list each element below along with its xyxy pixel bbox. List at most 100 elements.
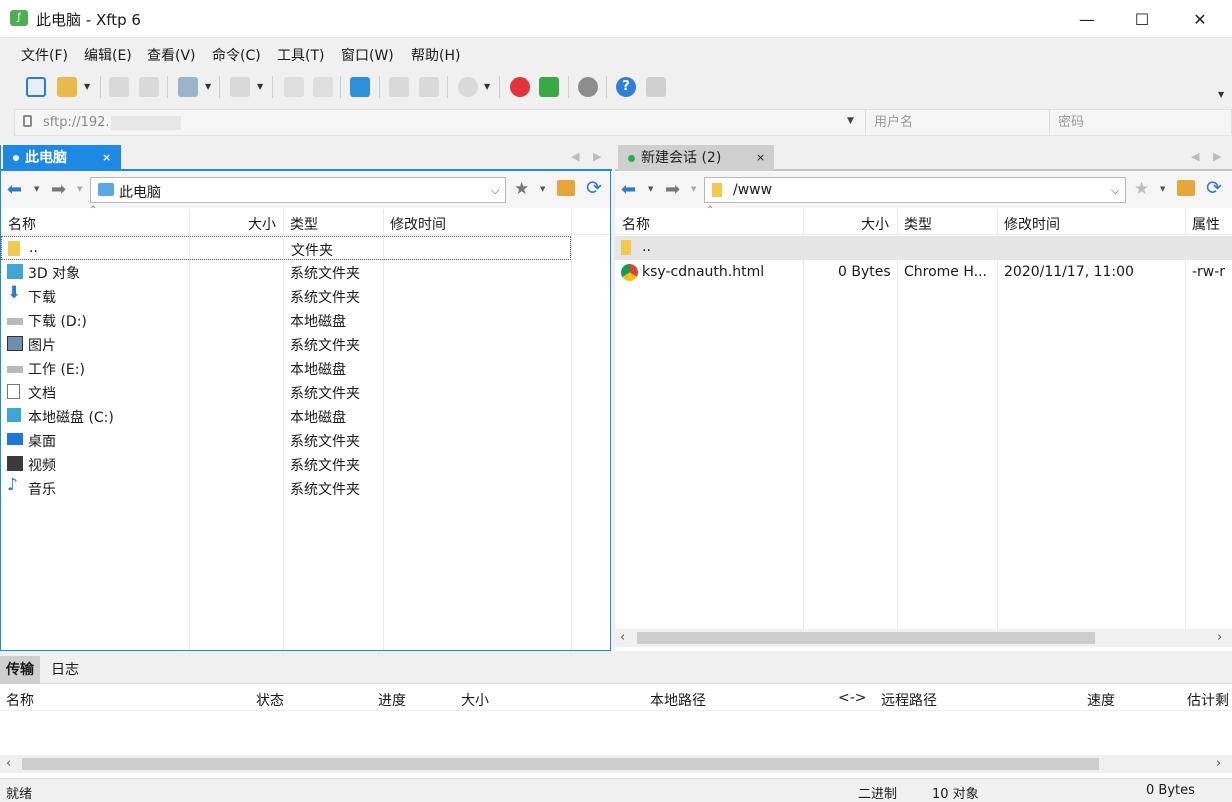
tab-transfers[interactable]: 传输 (0, 656, 40, 684)
copy-icon[interactable] (389, 77, 409, 97)
menu-command[interactable]: 命令(C) (212, 45, 261, 65)
connect-icon[interactable] (109, 77, 129, 97)
path-dropdown-icon[interactable]: ⌵ (491, 184, 499, 198)
menu-view[interactable]: 查看(V) (147, 45, 196, 65)
back-dropdown-icon[interactable]: ▼ (34, 185, 39, 193)
bookmark-dropdown-icon[interactable]: ▼ (1160, 185, 1165, 193)
col-local-path[interactable]: 本地路径 (650, 690, 706, 710)
back-arrow-icon[interactable]: ⬅ (7, 179, 22, 200)
close-button[interactable]: ✕ (1171, 0, 1229, 38)
host-input[interactable]: sftp://192. (43, 115, 110, 130)
session-settings-icon[interactable] (178, 77, 198, 97)
new-session-icon[interactable] (26, 77, 46, 97)
list-item[interactable]: .. (615, 236, 1232, 260)
col-direction[interactable]: <-> (838, 690, 867, 706)
col-size[interactable]: 大小 (248, 214, 276, 234)
help-icon[interactable]: ? (616, 77, 636, 97)
remote-hscrollbar[interactable]: ‹ › (615, 629, 1232, 647)
scroll-left-icon[interactable]: ‹ (6, 756, 11, 771)
globe-icon[interactable] (458, 77, 478, 97)
forward-dropdown-icon[interactable]: ▼ (77, 185, 82, 193)
scroll-thumb[interactable] (637, 632, 1095, 644)
refresh-icon[interactable]: ⟳ (1206, 177, 1222, 199)
list-item[interactable]: .. 文件夹 (1, 236, 571, 260)
col-name[interactable]: 名称 (622, 214, 650, 234)
open-folder-icon[interactable] (57, 77, 77, 97)
col-progress[interactable]: 进度 (378, 690, 406, 710)
disconnect-icon[interactable] (139, 77, 159, 97)
col-modified[interactable]: 修改时间 (390, 214, 446, 234)
xftp-icon[interactable] (539, 77, 559, 97)
list-item[interactable]: 下载 (D:) 本地磁盘 (1, 308, 571, 332)
menu-file[interactable]: 文件(F) (21, 45, 68, 65)
paste-icon[interactable] (419, 77, 439, 97)
menu-tools[interactable]: 工具(T) (277, 45, 324, 65)
col-attributes[interactable]: 属性 (1192, 214, 1220, 234)
local-path-input[interactable]: 此电脑 ⌵ (90, 177, 506, 203)
host-dropdown-icon[interactable]: ▼ (847, 116, 854, 126)
back-dropdown-icon[interactable]: ▼ (648, 185, 653, 193)
scroll-right-icon[interactable]: › (1217, 630, 1222, 645)
list-item[interactable]: 工作 (E:) 本地磁盘 (1, 356, 571, 380)
list-item[interactable]: 桌面 系统文件夹 (1, 428, 571, 452)
col-size[interactable]: 大小 (861, 214, 889, 234)
path-dropdown-icon[interactable]: ⌵ (1111, 184, 1119, 198)
tab-scroll-left-icon[interactable]: ◀ (1191, 150, 1199, 163)
transfer-arrows-icon[interactable] (350, 77, 370, 97)
back-arrow-icon[interactable]: ⬅ (621, 179, 636, 200)
open-dropdown-icon[interactable]: ▼ (84, 82, 90, 91)
scroll-thumb[interactable] (22, 758, 1099, 770)
col-status[interactable]: 状态 (256, 690, 284, 710)
tab-scroll-right-icon[interactable]: ▶ (1213, 150, 1221, 163)
bookmark-star-icon[interactable]: ★ (1134, 179, 1149, 199)
tab-scroll-left-icon[interactable]: ◀ (571, 150, 579, 163)
globe-dropdown-icon[interactable]: ▼ (484, 82, 490, 91)
refresh-icon[interactable]: ⟳ (586, 177, 602, 199)
username-input[interactable]: 用户名 (865, 110, 1049, 135)
status-transfer-mode[interactable]: 二进制 (858, 783, 897, 802)
tab-close-icon[interactable]: × (756, 145, 765, 171)
settings-dropdown-icon[interactable]: ▼ (205, 82, 211, 91)
col-type[interactable]: 类型 (904, 214, 932, 234)
tab-log[interactable]: 日志 (45, 656, 85, 684)
list-item[interactable]: 3D 对象 系统文件夹 (1, 260, 571, 284)
list-item[interactable]: 文档 系统文件夹 (1, 380, 571, 404)
terminal-icon[interactable] (230, 77, 250, 97)
col-remote-path[interactable]: 远程路径 (881, 690, 937, 710)
col-size[interactable]: 大小 (461, 690, 489, 710)
list-item[interactable]: 本地磁盘 (C:) 本地磁盘 (1, 404, 571, 428)
toolbar-overflow-icon[interactable]: ▼ (1218, 90, 1224, 99)
gear-icon[interactable] (578, 77, 598, 97)
col-modified[interactable]: 修改时间 (1004, 214, 1060, 234)
chat-icon[interactable] (646, 77, 666, 97)
tab-scroll-right-icon[interactable]: ▶ (593, 150, 601, 163)
minimize-button[interactable]: — (1058, 0, 1116, 38)
password-input[interactable]: 密码 (1049, 110, 1232, 135)
tab-remote-session[interactable]: 新建会话 (2) × (618, 145, 774, 171)
tab-close-icon[interactable]: × (102, 145, 111, 171)
col-name[interactable]: 名称 (8, 214, 36, 234)
maximize-button[interactable]: ☐ (1113, 0, 1171, 38)
forward-dropdown-icon[interactable]: ▼ (691, 185, 696, 193)
bookmark-dropdown-icon[interactable]: ▼ (540, 185, 545, 193)
list-item[interactable]: ksy-cdnauth.html 0 Bytes Chrome H... 202… (615, 261, 1232, 285)
scroll-right-icon[interactable]: › (1216, 756, 1221, 771)
tab-local[interactable]: 此电脑 × (3, 145, 121, 171)
xshell-icon[interactable] (510, 77, 530, 97)
col-name[interactable]: 名称 (6, 690, 34, 710)
list-item[interactable]: 图片 系统文件夹 (1, 332, 571, 356)
bookmark-star-icon[interactable]: ★ (514, 179, 529, 199)
col-speed[interactable]: 速度 (1087, 690, 1115, 710)
scroll-left-icon[interactable]: ‹ (620, 630, 625, 645)
remote-path-input[interactable]: /www ⌵ (704, 177, 1126, 203)
col-type[interactable]: 类型 (290, 214, 318, 234)
transfer-hscrollbar[interactable]: ‹ › (0, 755, 1232, 773)
list-item[interactable]: ⬇ 下载 系统文件夹 (1, 283, 571, 308)
forward-arrow-icon[interactable]: ➡ (665, 179, 680, 200)
menu-help[interactable]: 帮助(H) (411, 45, 460, 65)
terminal-dropdown-icon[interactable]: ▼ (257, 82, 263, 91)
home-folder-icon[interactable] (1177, 180, 1195, 196)
upload-icon[interactable] (284, 77, 304, 97)
list-item[interactable]: 视频 系统文件夹 (1, 452, 571, 476)
forward-arrow-icon[interactable]: ➡ (51, 179, 66, 200)
